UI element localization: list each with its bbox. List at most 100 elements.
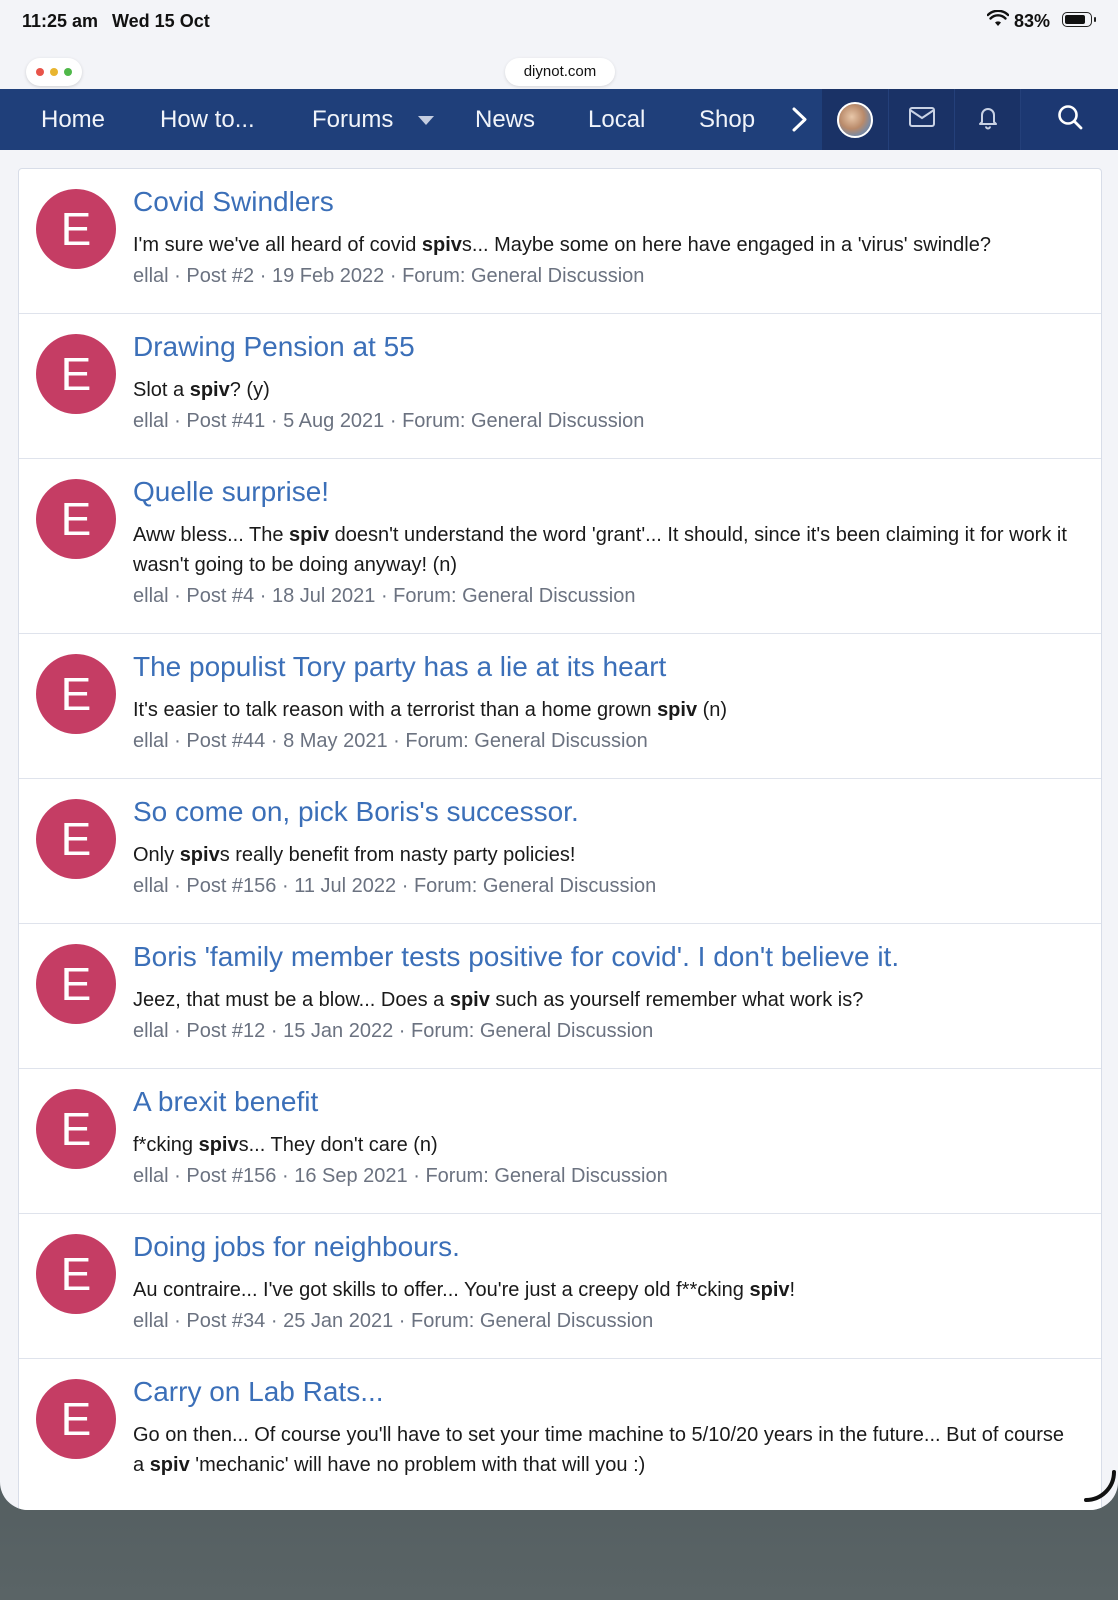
meta-date: 16 Sep 2021 xyxy=(294,1165,408,1187)
meta-post-number[interactable]: Post #156 xyxy=(186,1165,276,1187)
result-item[interactable]: E Carry on Lab Rats... Go on then... Of co… xyxy=(19,1359,1101,1510)
result-title-link[interactable]: A brexit benefit xyxy=(133,1086,318,1118)
meta-separator: · xyxy=(384,265,403,287)
snippet-text: Au contraire... I've got skills to offer… xyxy=(133,1279,750,1301)
green-dot-icon xyxy=(64,68,72,76)
result-item[interactable]: E So come on, pick Boris's successor. Only… xyxy=(19,779,1101,924)
forums-dropdown-icon[interactable] xyxy=(418,116,434,125)
result-meta: ellal · Post #44 · 8 May 2021 · Forum: G… xyxy=(133,730,648,753)
author-avatar[interactable]: E xyxy=(36,799,116,879)
highlighted-term: spiv xyxy=(189,379,230,401)
snippet-text: s... They don't care (n) xyxy=(238,1134,438,1156)
url-bar[interactable]: diynot.com xyxy=(505,58,615,86)
result-snippet: Jeez, that must be a blow... Does a spiv… xyxy=(133,985,1078,1015)
snippet-text: Slot a xyxy=(133,379,190,401)
meta-post-number[interactable]: Post #41 xyxy=(186,410,265,432)
meta-author[interactable]: ellal xyxy=(133,875,169,897)
result-meta: ellal · Post #41 · 5 Aug 2021 · Forum: G… xyxy=(133,410,644,433)
result-title-link[interactable]: Boris 'family member tests positive for … xyxy=(133,941,899,973)
window-menu-button[interactable] xyxy=(26,58,82,86)
resize-handle-icon[interactable] xyxy=(1080,1470,1118,1510)
search-button[interactable] xyxy=(1020,89,1118,150)
meta-forum[interactable]: Forum: General Discussion xyxy=(393,585,635,607)
meta-separator: · xyxy=(265,410,284,432)
meta-author[interactable]: ellal xyxy=(133,1020,169,1042)
search-results-list: E Covid Swindlers I'm sure we've all heard… xyxy=(18,168,1102,1510)
author-avatar[interactable]: E xyxy=(36,334,116,414)
meta-forum[interactable]: Forum: General Discussion xyxy=(405,730,647,752)
meta-separator: · xyxy=(254,265,272,287)
result-item[interactable]: E Boris 'family member tests positive for… xyxy=(19,924,1101,1069)
meta-author[interactable]: ellal xyxy=(133,265,169,287)
author-avatar[interactable]: E xyxy=(36,1379,116,1459)
result-snippet: Aww bless... The spiv doesn't understand… xyxy=(133,520,1078,580)
result-item[interactable]: E Quelle surprise! Aww bless... The spiv d… xyxy=(19,459,1101,634)
nav-news[interactable]: News xyxy=(475,89,535,150)
nav-forums[interactable]: Forums xyxy=(312,89,393,150)
meta-separator: · xyxy=(168,1165,187,1187)
battery-percent: 83% xyxy=(1014,11,1051,31)
result-meta: ellal · Post #2 · 19 Feb 2022 · Forum: G… xyxy=(133,265,644,288)
highlighted-term: spiv xyxy=(198,1134,239,1156)
meta-forum[interactable]: Forum: General Discussion xyxy=(414,875,656,897)
result-snippet: f*cking spivs... They don't care (n) xyxy=(133,1130,1078,1160)
result-item[interactable]: E Drawing Pension at 55 Slot a spiv? (y) el… xyxy=(19,314,1101,459)
meta-post-number[interactable]: Post #4 xyxy=(186,585,254,607)
author-avatar[interactable]: E xyxy=(36,944,116,1024)
meta-author[interactable]: ellal xyxy=(133,410,169,432)
result-title-link[interactable]: Carry on Lab Rats... xyxy=(133,1376,384,1408)
result-title-link[interactable]: The populist Tory party has a lie at its… xyxy=(133,651,666,683)
author-avatar[interactable]: E xyxy=(36,654,116,734)
meta-post-number[interactable]: Post #2 xyxy=(186,265,254,287)
result-title-link[interactable]: Drawing Pension at 55 xyxy=(133,331,415,363)
meta-date: 8 May 2021 xyxy=(283,730,388,752)
highlighted-term: spiv xyxy=(657,699,698,721)
meta-separator: · xyxy=(407,1165,426,1187)
meta-author[interactable]: ellal xyxy=(133,585,169,607)
meta-author[interactable]: ellal xyxy=(133,730,169,752)
result-item[interactable]: E Doing jobs for neighbours. Au contraire.… xyxy=(19,1214,1101,1359)
meta-separator: · xyxy=(168,1020,187,1042)
meta-forum[interactable]: Forum: General Discussion xyxy=(402,410,644,432)
nav-local[interactable]: Local xyxy=(588,89,645,150)
meta-separator: · xyxy=(375,585,394,607)
meta-separator: · xyxy=(265,730,284,752)
nav-how-to[interactable]: How to... xyxy=(160,89,255,150)
author-avatar[interactable]: E xyxy=(36,1089,116,1169)
meta-post-number[interactable]: Post #34 xyxy=(186,1310,265,1332)
status-date: Wed 15 Oct xyxy=(112,11,210,31)
result-meta: ellal · Post #12 · 15 Jan 2022 · Forum: … xyxy=(133,1020,653,1043)
highlighted-term: spiv xyxy=(179,844,220,866)
meta-post-number[interactable]: Post #44 xyxy=(186,730,265,752)
nav-shop[interactable]: Shop xyxy=(699,89,755,150)
result-title-link[interactable]: Doing jobs for neighbours. xyxy=(133,1231,460,1263)
result-item[interactable]: E The populist Tory party has a lie at it… xyxy=(19,634,1101,779)
result-title-link[interactable]: Covid Swindlers xyxy=(133,186,334,218)
account-button[interactable] xyxy=(822,89,888,150)
meta-separator: · xyxy=(168,1310,187,1332)
nav-home[interactable]: Home xyxy=(41,89,105,150)
meta-forum[interactable]: Forum: General Discussion xyxy=(402,265,644,287)
result-title-link[interactable]: So come on, pick Boris's successor. xyxy=(133,796,579,828)
highlighted-term: spiv xyxy=(149,1454,190,1476)
meta-forum[interactable]: Forum: General Discussion xyxy=(425,1165,667,1187)
highlighted-term: spiv xyxy=(449,989,490,1011)
meta-author[interactable]: ellal xyxy=(133,1310,169,1332)
highlighted-term: spiv xyxy=(421,234,462,256)
result-title-link[interactable]: Quelle surprise! xyxy=(133,476,329,508)
inbox-button[interactable] xyxy=(888,89,955,150)
meta-forum[interactable]: Forum: General Discussion xyxy=(411,1310,653,1332)
nav-scroll-right-icon[interactable] xyxy=(790,89,810,150)
meta-date: 15 Jan 2022 xyxy=(283,1020,394,1042)
author-avatar[interactable]: E xyxy=(36,479,116,559)
result-item[interactable]: E A brexit benefit f*cking spivs... They d… xyxy=(19,1069,1101,1214)
author-avatar[interactable]: E xyxy=(36,1234,116,1314)
meta-post-number[interactable]: Post #12 xyxy=(186,1020,265,1042)
meta-forum[interactable]: Forum: General Discussion xyxy=(411,1020,653,1042)
meta-post-number[interactable]: Post #156 xyxy=(186,875,276,897)
result-item[interactable]: E Covid Swindlers I'm sure we've all heard… xyxy=(19,169,1101,314)
author-avatar[interactable]: E xyxy=(36,189,116,269)
meta-author[interactable]: ellal xyxy=(133,1165,169,1187)
meta-separator: · xyxy=(265,1310,284,1332)
alerts-button[interactable] xyxy=(954,89,1021,150)
